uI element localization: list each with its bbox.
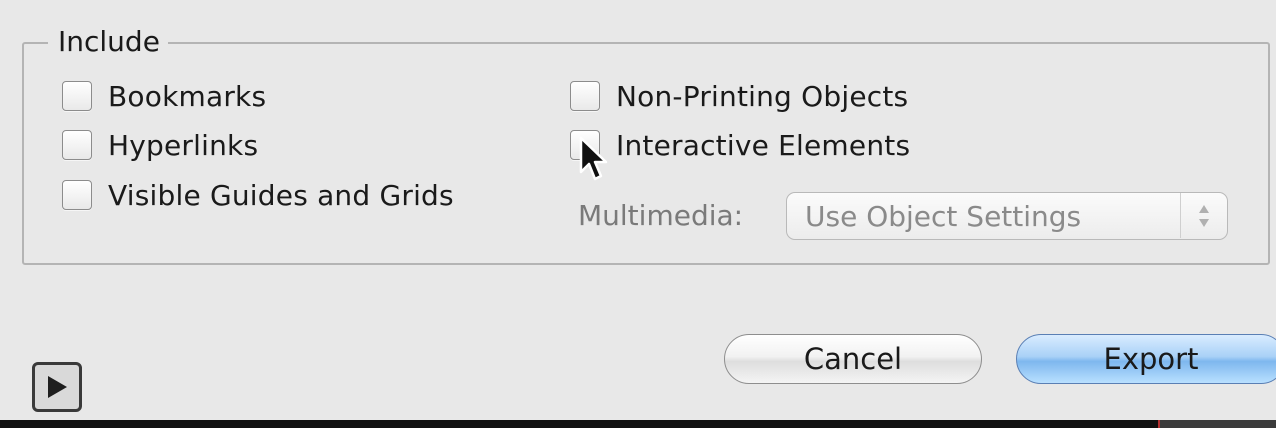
play-icon <box>48 376 67 398</box>
multimedia-label: Multimedia: <box>578 199 744 232</box>
non-printing-objects-label[interactable]: Non-Printing Objects <box>616 80 908 113</box>
visible-guides-and-grids-checkbox[interactable] <box>62 180 92 210</box>
export-button[interactable]: Export <box>1016 334 1276 384</box>
video-progress-bar-remainder <box>1158 420 1276 428</box>
bookmarks-option[interactable]: Bookmarks <box>62 76 266 116</box>
visible-guides-and-grids-label[interactable]: Visible Guides and Grids <box>108 179 454 212</box>
export-dialog: Include Bookmarks Hyperlinks Visible Gui… <box>0 0 1276 428</box>
interactive-elements-label[interactable]: Interactive Elements <box>616 129 910 162</box>
multimedia-popup-value: Use Object Settings <box>805 199 1082 233</box>
non-printing-objects-option[interactable]: Non-Printing Objects <box>570 76 908 116</box>
bookmarks-checkbox[interactable] <box>62 81 92 111</box>
non-printing-objects-checkbox[interactable] <box>570 81 600 111</box>
up-down-arrows-icon <box>1180 193 1227 238</box>
bookmarks-label[interactable]: Bookmarks <box>108 80 266 113</box>
interactive-elements-checkbox[interactable] <box>570 130 600 160</box>
export-button-label: Export <box>1103 342 1199 376</box>
visible-guides-and-grids-option[interactable]: Visible Guides and Grids <box>62 175 454 215</box>
interactive-elements-option[interactable]: Interactive Elements <box>570 125 910 165</box>
cancel-button[interactable]: Cancel <box>724 334 982 384</box>
include-group-legend: Include <box>48 24 168 60</box>
play-button[interactable] <box>32 362 82 412</box>
hyperlinks-checkbox[interactable] <box>62 130 92 160</box>
video-playhead-marker <box>1158 420 1160 428</box>
title-strip <box>0 0 1276 12</box>
video-progress-bar <box>0 420 1276 428</box>
multimedia-popup[interactable]: Use Object Settings <box>786 192 1228 240</box>
hyperlinks-option[interactable]: Hyperlinks <box>62 125 258 165</box>
hyperlinks-label[interactable]: Hyperlinks <box>108 129 258 162</box>
cancel-button-label: Cancel <box>803 342 903 376</box>
